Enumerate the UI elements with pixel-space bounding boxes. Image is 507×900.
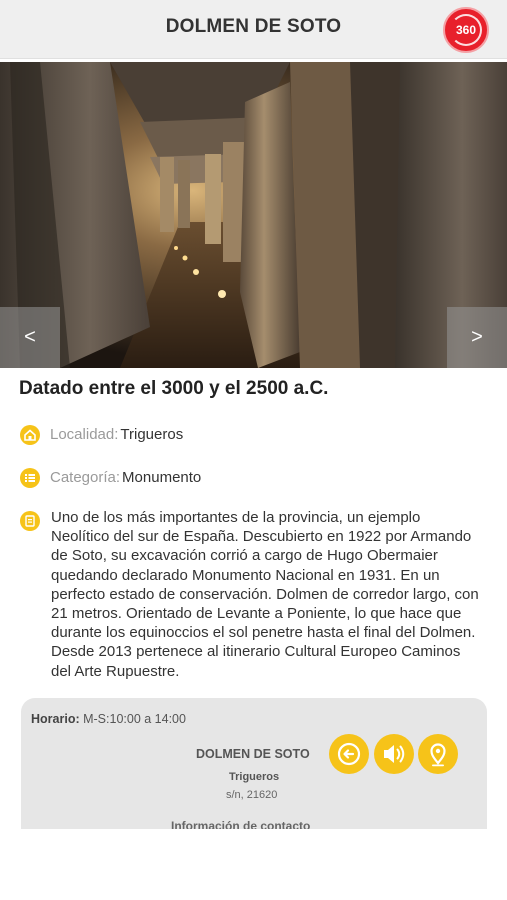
arrow-left-icon xyxy=(337,742,361,766)
document-icon xyxy=(20,511,40,531)
locality-label: Localidad: xyxy=(50,425,119,443)
contact-info-heading: Información de contacto xyxy=(171,819,311,829)
photo-gallery[interactable] xyxy=(0,62,507,368)
speaker-icon xyxy=(384,745,405,763)
opening-hours: Horario: M-S:10:00 a 14:00 xyxy=(31,712,186,726)
card-town: Trigueros xyxy=(229,771,280,783)
hours-label: Horario: xyxy=(31,712,80,726)
gallery-prev-button[interactable]: < xyxy=(0,307,60,368)
360-label: 360 xyxy=(455,23,477,37)
map-pin-icon xyxy=(430,743,446,767)
card-site-name: DOLMEN DE SOTO xyxy=(196,747,310,761)
list-icon xyxy=(20,468,40,488)
dating-title: Datado entre el 3000 y el 2500 a.C. xyxy=(19,378,329,399)
home-icon xyxy=(20,425,40,445)
description-text: Uno de los más importantes de la provinc… xyxy=(51,509,479,680)
locality-value: Trigueros xyxy=(120,425,184,443)
category-label: Categoría: xyxy=(50,468,121,486)
hours-value: M-S:10:00 a 14:00 xyxy=(83,712,186,726)
locality-row: Localidad: Trigueros xyxy=(20,425,183,445)
map-button[interactable] xyxy=(418,734,458,774)
page-title: DOLMEN DE SOTO xyxy=(165,16,342,37)
contact-card: Horario: M-S:10:00 a 14:00 DOLMEN DE SOT… xyxy=(21,698,487,829)
card-address: s/n, 21620 xyxy=(226,789,278,801)
dolmen-corridor-photo xyxy=(0,62,507,368)
app-header: DOLMEN DE SOTO 360 xyxy=(0,0,507,59)
category-value: Monumento xyxy=(122,468,202,486)
back-button[interactable] xyxy=(329,734,369,774)
category-row: Categoría: Monumento xyxy=(20,468,201,488)
gallery-next-button[interactable]: > xyxy=(447,307,507,368)
360-view-button[interactable]: 360 xyxy=(443,7,489,53)
description-block: Uno de los más importantes de la provinc… xyxy=(20,508,480,681)
audio-button[interactable] xyxy=(374,734,414,774)
